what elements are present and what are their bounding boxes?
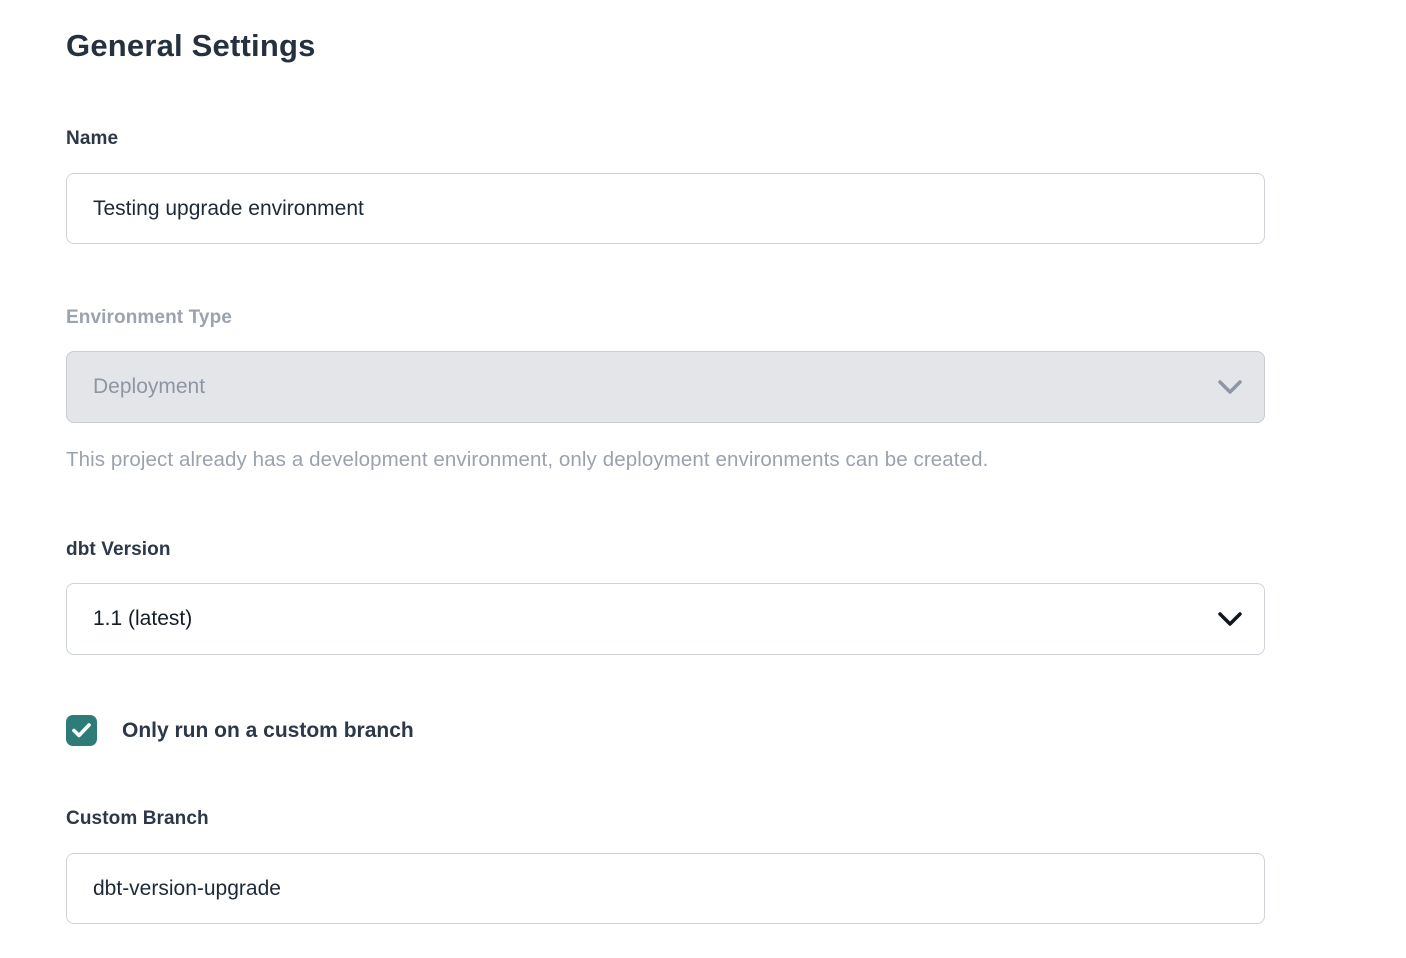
custom-branch-toggle-row: Only run on a custom branch [66,715,1265,746]
general-settings-page: General Settings Name Environment Type D… [0,0,1406,958]
checkmark-icon [72,723,91,738]
dbt-version-select[interactable]: 1.1 (latest) [66,583,1265,655]
dbt-version-field: dbt Version 1.1 (latest) [66,539,1265,655]
name-label: Name [66,128,1265,150]
name-input[interactable] [66,173,1265,244]
chevron-down-icon [1218,380,1242,395]
chevron-down-icon [1218,612,1242,627]
environment-type-select: Deployment [66,351,1265,423]
custom-branch-checkbox-label[interactable]: Only run on a custom branch [122,719,414,743]
dbt-version-label: dbt Version [66,539,1265,561]
name-field: Name [66,128,1265,244]
custom-branch-field: Custom Branch [66,808,1265,924]
environment-type-value: Deployment [93,375,205,399]
custom-branch-input[interactable] [66,853,1265,924]
environment-type-help-text: This project already has a development e… [66,448,1265,472]
environment-type-label: Environment Type [66,307,1265,329]
page-title: General Settings [66,28,1265,64]
dbt-version-value: 1.1 (latest) [93,607,192,631]
custom-branch-label: Custom Branch [66,808,1265,830]
environment-type-field: Environment Type Deployment This project… [66,307,1265,472]
custom-branch-checkbox[interactable] [66,715,97,746]
